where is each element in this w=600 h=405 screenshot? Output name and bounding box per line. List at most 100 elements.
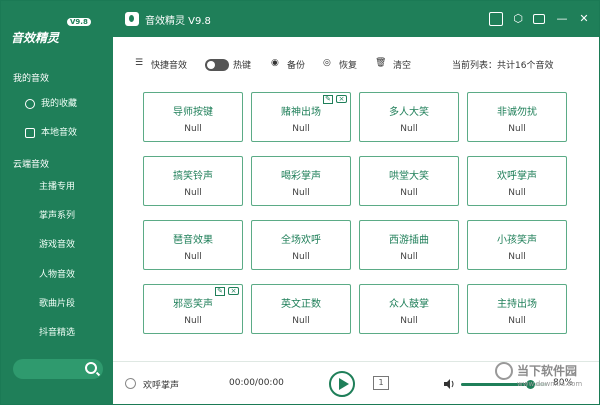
sound-hotkey: Null [400,252,418,262]
sound-hotkey: Null [508,124,526,134]
sound-name: 哄堂大笑 [389,171,429,182]
sound-hotkey: Null [292,252,310,262]
trash-icon: 🗑 [375,58,387,68]
sound-hotkey: Null [292,316,310,326]
sound-card[interactable]: 众人鼓掌 Null [359,284,459,334]
sidebar-item-label: 抖音精选 [39,328,76,338]
sound-hotkey: Null [400,316,418,326]
minimize-icon[interactable]: — [555,12,569,26]
window-title: 音效精灵 V9.8 [145,16,211,27]
sidebar: 音效精灵 V9.8 我的音效 我的收藏 本地音效 云端音效 主播专用 掌声系列 … [1,1,113,404]
sidebar-item-label: 掌声系列 [39,211,76,221]
sound-name: 非诚勿扰 [497,107,537,118]
sound-hotkey: Null [400,188,418,198]
sound-hotkey: Null [508,188,526,198]
sound-grid: 导师按键 Null ✎ × 赌神出场 Null 多人大笑 Null 非诚勿扰 N… [143,92,567,346]
sound-card[interactable]: 英文正数 Null [251,284,351,334]
sound-card[interactable]: 欢呼掌声 Null [467,156,567,206]
toolbar: ☰ 快捷音效 热键 ◉ 备份 ◎ 恢复 🗑 清空 当前列表：共计16个音效 [113,53,599,77]
sound-hotkey: Null [184,188,202,198]
settings-icon[interactable]: ⬡ [511,12,525,26]
sidebar-search-button[interactable] [13,359,103,379]
volume-icon[interactable] [443,378,455,390]
logo-version-badge: V9.8 [67,18,91,26]
hotkey-toggle[interactable] [205,59,229,71]
sound-name: 多人大笑 [389,107,429,118]
sound-name: 欢呼掌声 [497,171,537,182]
folder-icon [25,128,35,138]
backup-button[interactable]: 备份 [287,58,305,71]
search-icon [85,362,97,374]
clear-button[interactable]: 清空 [393,58,411,71]
cloud-sounds-title: 云端音效 [13,160,50,170]
sound-card[interactable]: ✎ × 赌神出场 Null [251,92,351,142]
sidebar-item-applause[interactable]: 掌声系列 [1,203,113,229]
sidebar-item-douyin[interactable]: 抖音精选 [1,320,113,346]
sound-card[interactable]: 哄堂大笑 Null [359,156,459,206]
sound-name: 琶音效果 [173,235,213,246]
sidebar-item-label: 主播专用 [39,182,76,192]
sidebar-item-label: 本地音效 [41,128,78,138]
play-button[interactable] [329,371,355,397]
sound-card[interactable]: 小孩笑声 Null [467,220,567,270]
sidebar-item-people[interactable]: 人物音效 [1,262,113,288]
sidebar-item-label: 人物音效 [39,270,76,280]
heart-icon [25,99,35,109]
title-bar: 音效精灵 V9.8 ⬡ — ✕ [113,1,599,37]
sidebar-item-anchor[interactable]: 主播专用 [1,174,113,200]
app-icon [125,12,139,26]
delete-icon[interactable]: × [228,287,239,295]
skin-icon[interactable] [533,14,545,24]
sound-card[interactable]: 多人大笑 Null [359,92,459,142]
sidebar-item-label: 游戏音效 [39,240,76,250]
sound-hotkey: Null [508,252,526,262]
sound-name: 主持出场 [497,299,537,310]
sound-card[interactable]: ✎ × 邪恶笑声 Null [143,284,243,334]
sound-card[interactable]: 搞笑铃声 Null [143,156,243,206]
mini-mode-icon[interactable] [489,12,503,26]
app-logo: 音效精灵 V9.8 [9,15,105,49]
sound-hotkey: Null [292,124,310,134]
sound-name: 全场欢呼 [281,235,321,246]
watermark-text: 当下软件园 [517,364,578,378]
sidebar-item-favorites[interactable]: 我的收藏 [1,91,113,117]
sound-card[interactable]: 西游插曲 Null [359,220,459,270]
sound-card[interactable]: 喝彩掌声 Null [251,156,351,206]
close-icon[interactable]: ✕ [577,12,591,26]
quick-sound-icon: ☰ [135,58,144,68]
hotkey-label: 热键 [233,61,252,71]
now-playing-name: 欢呼掌声 [143,381,180,391]
now-playing-icon [125,378,136,389]
restore-button[interactable]: 恢复 [339,58,357,71]
sound-card[interactable]: 主持出场 Null [467,284,567,334]
restore-icon: ◎ [323,58,331,68]
sound-card[interactable]: 导师按键 Null [143,92,243,142]
sidebar-item-game[interactable]: 游戏音效 [1,232,113,258]
watermark: 当下软件园 www.downxia.com [491,356,599,404]
sound-hotkey: Null [184,316,202,326]
sound-name: 西游插曲 [389,235,429,246]
sound-hotkey: Null [400,124,418,134]
delete-icon[interactable]: × [336,95,347,103]
sound-name: 搞笑铃声 [173,171,213,182]
sound-name: 导师按键 [173,107,213,118]
sound-name: 邪恶笑声 [173,299,213,310]
sound-name: 众人鼓掌 [389,299,429,310]
sound-card[interactable]: 琶音效果 Null [143,220,243,270]
logo-text: 音效精灵 [11,31,60,45]
list-count-info: 当前列表：共计16个音效 [452,61,554,71]
sound-name: 小孩笑声 [497,235,537,246]
backup-icon: ◉ [271,58,279,68]
sound-hotkey: Null [292,188,310,198]
sound-name: 英文正数 [281,299,321,310]
sound-card[interactable]: 非诚勿扰 Null [467,92,567,142]
sound-hotkey: Null [508,316,526,326]
quick-sound-button[interactable]: 快捷音效 [151,58,187,71]
sound-name: 赌神出场 [281,107,321,118]
sidebar-item-local[interactable]: 本地音效 [1,120,113,146]
sound-hotkey: Null [184,252,202,262]
loop-mode-button[interactable]: 1 [373,376,389,390]
sound-name: 喝彩掌声 [281,171,321,182]
sidebar-item-songs[interactable]: 歌曲片段 [1,291,113,317]
sound-card[interactable]: 全场欢呼 Null [251,220,351,270]
